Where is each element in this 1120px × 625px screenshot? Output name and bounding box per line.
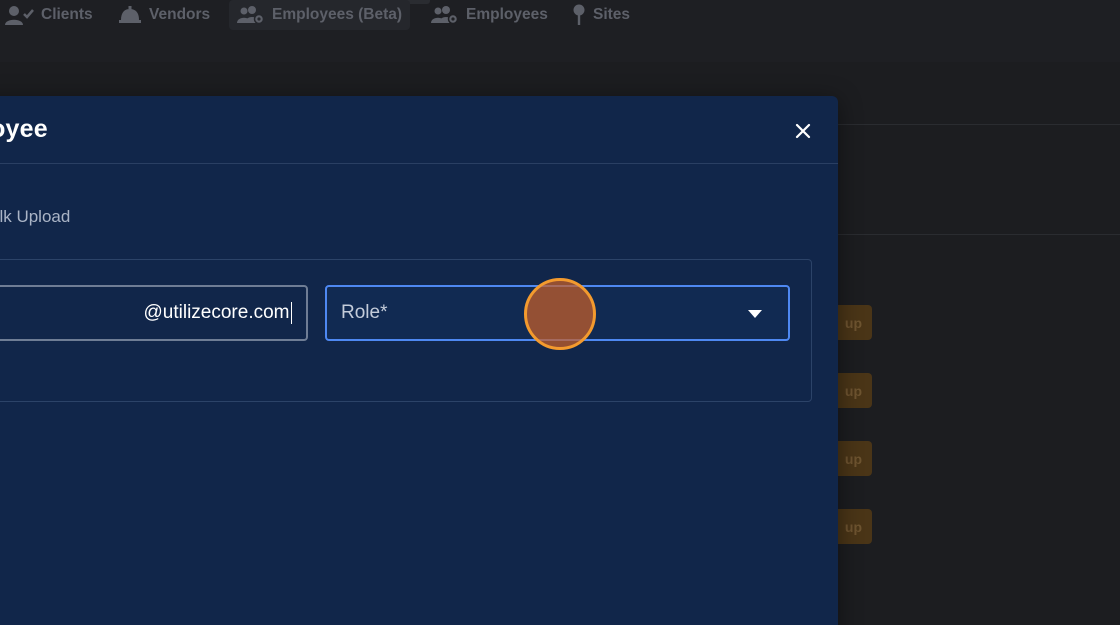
map-pin-icon bbox=[573, 4, 585, 25]
chevron-down-icon bbox=[748, 310, 762, 318]
email-field[interactable]: @utilizecore.com bbox=[0, 285, 308, 341]
email-field-value: @utilizecore.com bbox=[143, 302, 290, 323]
close-button[interactable] bbox=[790, 118, 816, 144]
add-employee-modal: nployee ulk Upload @utilizecore.com Role… bbox=[0, 96, 838, 625]
bell-icon bbox=[119, 6, 141, 23]
nav-item-label: Employees (Beta) bbox=[272, 6, 403, 23]
modal-title: nployee bbox=[0, 115, 48, 143]
nav-item-label: Clients bbox=[41, 6, 93, 23]
nav-item-employees-beta[interactable]: Employees (Beta) bbox=[229, 0, 411, 30]
nav-item-clients[interactable]: Clients bbox=[4, 0, 93, 30]
bulk-upload-tab[interactable]: ulk Upload bbox=[0, 207, 70, 227]
role-select-placeholder: Role* bbox=[341, 302, 388, 323]
nav-item-sites[interactable]: Sites bbox=[572, 0, 630, 30]
nav-item-employees[interactable]: Employees bbox=[431, 0, 548, 30]
users-gear-icon bbox=[431, 6, 459, 25]
users-gear-icon bbox=[237, 6, 265, 25]
modal-header: nployee bbox=[0, 96, 838, 164]
close-icon bbox=[795, 123, 811, 139]
nav-item-label: Sites bbox=[593, 6, 631, 23]
top-navigation-bar: Clients Vendors Employees (Beta) Employe… bbox=[0, 0, 1120, 62]
nav-item-label: Employees bbox=[466, 6, 548, 23]
user-check-icon bbox=[5, 6, 34, 25]
text-caret bbox=[290, 302, 292, 324]
click-indicator bbox=[524, 278, 596, 350]
nav-item-vendors[interactable]: Vendors bbox=[118, 0, 210, 30]
nav-item-label: Vendors bbox=[149, 6, 211, 23]
